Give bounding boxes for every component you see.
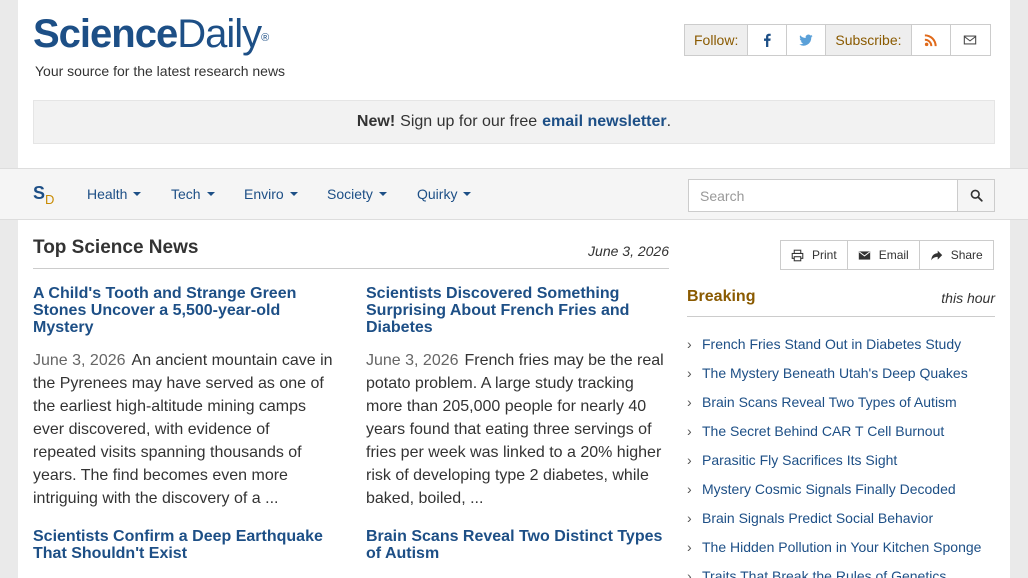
rss-icon[interactable] (911, 25, 951, 55)
newsletter-link[interactable]: email newsletter (542, 113, 667, 131)
envelope-icon[interactable] (950, 25, 990, 55)
print-button[interactable]: Print (781, 241, 848, 269)
subscribe-label: Subscribe: (826, 25, 912, 55)
print-icon (791, 249, 804, 261)
follow-label: Follow: (685, 25, 749, 55)
story-card: A Child's Tooth and Strange Green Stones… (33, 285, 336, 510)
list-item[interactable]: › French Fries Stand Out in Diabetes Stud… (687, 336, 995, 365)
story-date: June 3, 2026 (366, 352, 459, 369)
story-card: Scientists Confirm a Deep Earthquake Tha… (33, 528, 336, 575)
chevron-right-icon: › (687, 394, 692, 410)
caret-down-icon (289, 192, 298, 196)
search-icon (970, 189, 983, 202)
story-title[interactable]: Brain Scans Reveal Two Distinct Types of… (366, 528, 669, 562)
chevron-right-icon: › (687, 452, 692, 468)
section-date: June 3, 2026 (588, 243, 669, 259)
chevron-right-icon: › (687, 510, 692, 526)
nav-quirky[interactable]: Quirky (417, 186, 472, 202)
story-title[interactable]: Scientists Discovered Something Surprisi… (366, 285, 669, 336)
list-item[interactable]: › The Mystery Beneath Utah's Deep Quakes (687, 365, 995, 394)
list-item[interactable]: › Mystery Cosmic Signals Finally Decoded (687, 481, 995, 510)
list-item[interactable]: › Parasitic Fly Sacrifices Its Sight (687, 452, 995, 481)
nav-enviro[interactable]: Enviro (244, 186, 298, 202)
newsletter-banner: New! Sign up for our free email newslett… (33, 100, 995, 144)
search-button[interactable] (957, 179, 995, 212)
caret-down-icon (206, 192, 215, 196)
social-bar: Follow: Subscribe: (684, 24, 991, 56)
newsletter-text: Sign up for our free (400, 113, 538, 130)
main-navbar: SD Health Tech Enviro Society Quirky (0, 168, 1028, 220)
story-card: Scientists Discovered Something Surprisi… (366, 285, 669, 510)
chevron-right-icon: › (687, 365, 692, 381)
breaking-list: › French Fries Stand Out in Diabetes Stud… (687, 336, 995, 578)
site-tagline: Your source for the latest research news (35, 63, 286, 79)
email-button[interactable]: Email (847, 241, 920, 269)
caret-down-icon (378, 192, 387, 196)
chevron-right-icon: › (687, 423, 692, 439)
nav-logo[interactable]: SD (33, 183, 54, 207)
story-card: Brain Scans Reveal Two Distinct Types of… (366, 528, 669, 575)
chevron-right-icon: › (687, 568, 692, 578)
page-container: ScienceDaily® Your source for the latest… (18, 0, 1010, 578)
facebook-icon[interactable] (748, 25, 788, 55)
section-title: Top Science News (33, 237, 199, 258)
caret-down-icon (463, 192, 472, 196)
search-input[interactable] (688, 179, 958, 212)
list-item[interactable]: › The Secret Behind CAR T Cell Burnout (687, 423, 995, 452)
breaking-time: this hour (941, 290, 995, 306)
caret-down-icon (133, 192, 142, 196)
story-summary: June 3, 2026 An ancient mountain cave in … (33, 352, 333, 507)
story-title[interactable]: A Child's Tooth and Strange Green Stones… (33, 285, 336, 336)
story-date: June 3, 2026 (33, 352, 126, 369)
breaking-divider (687, 316, 995, 317)
list-item[interactable]: › Brain Scans Reveal Two Types of Autism (687, 394, 995, 423)
share-icon (930, 250, 942, 260)
list-item[interactable]: › Traits That Break the Rules of Genetics (687, 568, 995, 578)
nav-tech[interactable]: Tech (171, 186, 215, 202)
list-item[interactable]: › The Hidden Pollution in Your Kitchen Sp… (687, 539, 995, 568)
nav-health[interactable]: Health (87, 186, 142, 202)
breaking-title: Breaking (687, 288, 756, 305)
share-button[interactable]: Share (919, 241, 993, 269)
site-logo[interactable]: ScienceDaily® (33, 12, 269, 56)
chevron-right-icon: › (687, 481, 692, 497)
list-item[interactable]: › Brain Signals Predict Social Behavior (687, 510, 995, 539)
newsletter-new-label: New! (356, 113, 396, 130)
nav-society[interactable]: Society (327, 186, 387, 202)
story-summary: June 3, 2026 French fries may be the real… (366, 352, 664, 507)
twitter-icon[interactable] (787, 25, 827, 55)
article-tools: Print Email Share (780, 240, 994, 270)
section-divider (33, 268, 669, 269)
story-title[interactable]: Scientists Confirm a Deep Earthquake Tha… (33, 528, 336, 562)
envelope-icon (858, 250, 870, 260)
chevron-right-icon: › (687, 336, 692, 352)
chevron-right-icon: › (687, 539, 692, 555)
